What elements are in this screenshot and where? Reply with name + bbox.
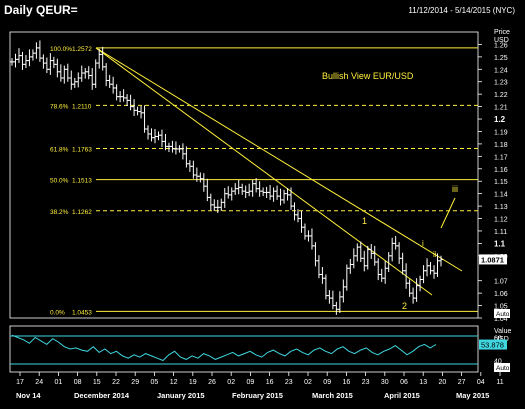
y-tick-label: 1.25 (494, 55, 508, 62)
fib-level-value: 1.0453 (72, 309, 92, 316)
x-tick-label: 24 (35, 379, 43, 386)
x-tick-label: 16 (343, 379, 351, 386)
x-tick-label: 13 (419, 379, 427, 386)
month-label: December 2014 (74, 391, 130, 400)
x-tick-label: 19 (189, 379, 197, 386)
trendline-lower (95, 47, 433, 296)
x-tick-label: 02 (304, 379, 312, 386)
y-tick-label: 1.18 (494, 142, 508, 149)
y-axis-title: Price (494, 29, 510, 36)
x-tick-label: 08 (74, 379, 82, 386)
fib-level-pct: 100.0% (50, 46, 72, 53)
fib-level-value: 1.1513 (72, 178, 92, 185)
month-label: April 2015 (384, 391, 420, 400)
y-tick-label: 1.06 (494, 291, 508, 298)
y-tick-label: 1.22 (494, 92, 508, 99)
y-tick-label: 1.21 (494, 105, 508, 112)
fib-level-value: 1.2572 (72, 46, 92, 53)
month-label: Nov 14 (16, 391, 41, 400)
fib-level-pct: 38.2% (50, 209, 69, 216)
wave-label-1: 1 (362, 216, 367, 226)
trendline-upper (95, 47, 463, 272)
y-tick-label: 1.16 (494, 167, 508, 174)
x-tick-label: 02 (227, 379, 235, 386)
fib-level-pct: 78.6% (50, 103, 69, 110)
x-tick-label: 23 (362, 379, 370, 386)
chart-canvas[interactable]: PriceUSD1.261.251.241.231.221.211.21.191… (0, 0, 525, 409)
fib-level-pct: 50.0% (50, 178, 69, 185)
x-tick-label: 04 (477, 379, 485, 386)
wave-label-iii: iii (452, 184, 458, 194)
fib-level-pct: 0.0% (50, 309, 65, 316)
last-price-tag: 1.0871 (481, 255, 504, 264)
x-tick-label: 20 (439, 379, 447, 386)
wave-iii-projection (440, 197, 456, 229)
month-label: May 2015 (456, 391, 489, 400)
indicator-title: Value (494, 328, 511, 335)
fib-level-value: 1.1262 (72, 209, 92, 216)
x-tick-label: 01 (55, 379, 63, 386)
x-tick-label: 30 (381, 379, 389, 386)
fib-level-pct: 61.8% (50, 147, 69, 154)
y-tick-label: 1.11 (494, 229, 507, 236)
month-label: January 2015 (157, 391, 205, 400)
x-tick-label: 29 (131, 379, 139, 386)
x-tick-label: 23 (285, 379, 293, 386)
y-tick-label: 1.19 (494, 129, 508, 136)
y-tick-label: 1.13 (494, 204, 508, 211)
fib-level-value: 1.1763 (72, 147, 92, 154)
indicator-last-tag: 53.878 (481, 341, 504, 350)
y-tick-label: 1.15 (494, 179, 508, 186)
month-label: March 2015 (312, 391, 353, 400)
wave-label-2: 2 (402, 301, 407, 311)
chart-annotation-title: Bullish View EUR/USD (322, 71, 414, 81)
y-tick-label: 1.1 (494, 239, 506, 248)
x-tick-label: 06 (400, 379, 408, 386)
y-tick-label: 1.23 (494, 80, 508, 87)
y-tick-label: 1.26 (494, 42, 508, 49)
y-tick-label: 1.14 (494, 192, 508, 199)
y-tick-label: 1.07 (494, 279, 508, 286)
x-tick-label: 12 (170, 379, 178, 386)
x-tick-label: 09 (323, 379, 331, 386)
x-tick-label: 27 (458, 379, 466, 386)
indicator-tick-label: 40 (494, 359, 502, 366)
x-tick-label: 05 (151, 379, 159, 386)
wave-label-i: i (422, 239, 424, 248)
auto-button: Auto (496, 311, 510, 318)
x-tick-label: 15 (93, 379, 101, 386)
month-label: February 2015 (232, 391, 283, 400)
x-tick-label: 11 (496, 379, 503, 386)
y-tick-label: 1.12 (494, 217, 508, 224)
fib-level-value: 1.2110 (72, 103, 92, 110)
x-tick-label: 17 (16, 379, 24, 386)
y-tick-label: 1.2 (494, 115, 506, 124)
indicator-line (11, 334, 437, 362)
x-tick-label: 16 (266, 379, 274, 386)
x-tick-label: 22 (112, 379, 120, 386)
x-tick-label: 26 (208, 379, 216, 386)
x-tick-label: 09 (247, 379, 255, 386)
y-tick-label: 1.17 (494, 154, 508, 161)
y-tick-label: 1.24 (494, 67, 508, 74)
auto-button-2: Auto (496, 365, 510, 372)
wave-label-ii: ii (433, 250, 437, 259)
